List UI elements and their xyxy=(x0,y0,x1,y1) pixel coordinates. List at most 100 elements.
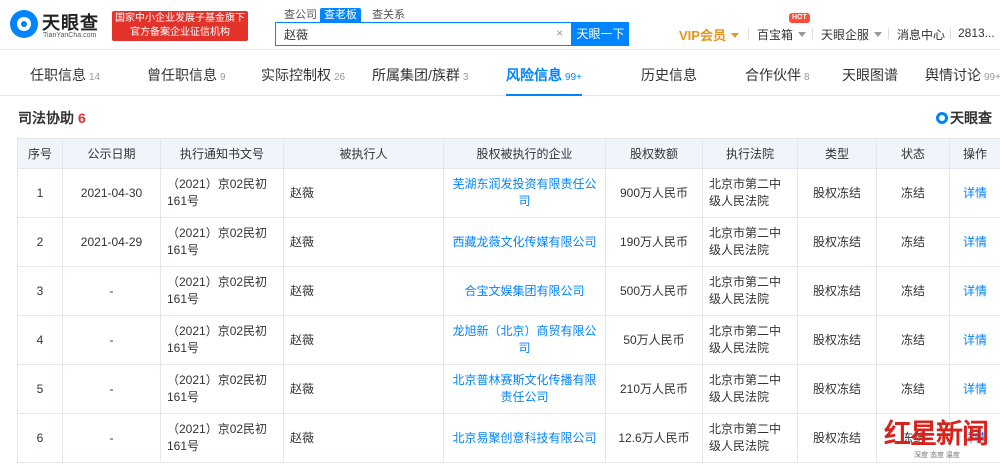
badge-line-1: 国家中小企业发展子基金旗下 xyxy=(115,13,245,24)
tab-actual-control[interactable]: 实际控制权 26 xyxy=(261,56,345,96)
vip-menu[interactable]: VIP会员 xyxy=(679,25,739,44)
type: 股权冻结 xyxy=(797,168,877,218)
tab-label: 舆情讨论 xyxy=(925,67,981,83)
logo-domain: TianYanCha.com xyxy=(43,32,97,39)
company-link[interactable]: 合宝文娱集团有限公司 xyxy=(443,266,606,316)
chevron-down-icon xyxy=(730,33,739,38)
type: 股权冻结 xyxy=(797,364,877,414)
status: 冻结 xyxy=(876,315,950,365)
clear-icon[interactable]: × xyxy=(556,26,563,40)
tab-risk-info[interactable]: 风险信息 99+ xyxy=(506,56,582,96)
search-input[interactable] xyxy=(276,23,546,45)
tab-group[interactable]: 所属集团/族群 3 xyxy=(372,56,468,96)
watermark-logo-text: 红星新闻 xyxy=(884,419,989,450)
chevron-down-icon xyxy=(874,32,883,37)
row-number: 4 xyxy=(17,315,63,365)
search-button[interactable]: 天眼一下 xyxy=(572,22,629,46)
detail-link[interactable]: 详情 xyxy=(963,333,987,347)
publish-date: - xyxy=(62,315,161,365)
tab-graph[interactable]: 天眼图谱 xyxy=(842,56,901,96)
search-tab-boss[interactable]: 查老板 xyxy=(320,8,361,22)
table-row: 4 - （2021）京02民初161号 赵薇 龙旭新（北京）商贸有限公司 50万… xyxy=(17,315,1000,365)
nav-divider xyxy=(748,28,749,39)
top-header: 天眼查 TianYanCha.com 国家中小企业发展子基金旗下 官方备案企业征… xyxy=(0,0,1000,50)
tab-current-positions[interactable]: 任职信息 14 xyxy=(30,56,100,96)
row-number: 1 xyxy=(17,168,63,218)
company-link[interactable]: 芜湖东润发投资有限责任公司 xyxy=(443,168,606,218)
tab-count: 26 xyxy=(334,72,346,83)
equity-amount: 190万人民币 xyxy=(605,217,703,267)
company-link[interactable]: 北京普林赛斯文化传播有限责任公司 xyxy=(443,364,606,414)
notice-number: （2021）京02民初161号 xyxy=(160,266,284,316)
status: 冻结 xyxy=(876,168,950,218)
judicial-assistance-table: 序号 公示日期 执行通知书文号 被执行人 股权被执行的企业 股权数额 执行法院 … xyxy=(17,138,1000,463)
chevron-down-icon xyxy=(798,32,807,37)
treasure-menu[interactable]: 百宝箱 xyxy=(757,26,807,43)
tab-count: 14 xyxy=(89,72,101,83)
column-header: 状态 xyxy=(876,138,950,169)
tab-partners[interactable]: 合作伙伴 8 xyxy=(745,56,810,96)
column-header: 股权数额 xyxy=(605,138,703,169)
table-row: 5 - （2021）京02民初161号 赵薇 北京普林赛斯文化传播有限责任公司 … xyxy=(17,364,1000,414)
executed-person: 赵薇 xyxy=(283,168,444,218)
tab-count: 99+ xyxy=(565,72,582,83)
executed-person: 赵薇 xyxy=(283,266,444,316)
equity-amount: 210万人民币 xyxy=(605,364,703,414)
notice-number: （2021）京02民初161号 xyxy=(160,413,284,463)
tab-label: 任职信息 xyxy=(30,67,86,83)
notice-number: （2021）京02民初161号 xyxy=(160,315,284,365)
type: 股权冻结 xyxy=(797,217,877,267)
company-link[interactable]: 西藏龙薇文化传媒有限公司 xyxy=(443,217,606,267)
publish-date: - xyxy=(62,266,161,316)
news-watermark: 红星新闻 深度 态度 温度 xyxy=(880,412,1000,462)
type: 股权冻结 xyxy=(797,413,877,463)
equity-amount: 50万人民币 xyxy=(605,315,703,365)
tab-label: 历史信息 xyxy=(641,67,697,83)
brand-mark: 天眼查 xyxy=(936,108,992,128)
nav-divider xyxy=(950,28,951,39)
column-header: 类型 xyxy=(797,138,877,169)
company-link[interactable]: 北京易聚创意科技有限公司 xyxy=(443,413,606,463)
executed-person: 赵薇 xyxy=(283,315,444,365)
eye-logo-icon xyxy=(10,10,38,38)
equity-amount: 12.6万人民币 xyxy=(605,413,703,463)
detail-link[interactable]: 详情 xyxy=(963,186,987,200)
official-badge: 国家中小企业发展子基金旗下 官方备案企业征信机构 xyxy=(112,11,248,41)
tab-count: 9 xyxy=(220,72,226,83)
tab-history[interactable]: 历史信息 xyxy=(641,56,700,96)
court: 北京市第二中级人民法院 xyxy=(702,168,798,218)
profile-tabs: 任职信息 14 曾任职信息 9 实际控制权 26 所属集团/族群 3 风险信息 99+ 历… xyxy=(0,56,1000,96)
type: 股权冻结 xyxy=(797,266,877,316)
type: 股权冻结 xyxy=(797,315,877,365)
notice-number: （2021）京02民初161号 xyxy=(160,217,284,267)
tab-public-opinion[interactable]: 舆情讨论 99+ xyxy=(925,56,1000,96)
search-box: × xyxy=(275,22,572,46)
user-account[interactable]: 2813... xyxy=(958,26,995,40)
message-center-link[interactable]: 消息中心 xyxy=(897,26,945,43)
enterprise-service-menu[interactable]: 天眼企服 xyxy=(821,26,883,43)
detail-link[interactable]: 详情 xyxy=(963,235,987,249)
table-row: 2 2021-04-29 （2021）京02民初161号 赵薇 西藏龙薇文化传媒… xyxy=(17,217,1000,267)
court: 北京市第二中级人民法院 xyxy=(702,315,798,365)
column-header: 公示日期 xyxy=(62,138,161,169)
tab-label: 所属集团/族群 xyxy=(372,67,460,83)
row-number: 2 xyxy=(17,217,63,267)
court: 北京市第二中级人民法院 xyxy=(702,217,798,267)
detail-link[interactable]: 详情 xyxy=(963,382,987,396)
tab-past-positions[interactable]: 曾任职信息 9 xyxy=(147,56,226,96)
search-tab-relation[interactable]: 查关系 xyxy=(368,8,409,22)
status: 冻结 xyxy=(876,217,950,267)
court: 北京市第二中级人民法院 xyxy=(702,364,798,414)
detail-link[interactable]: 详情 xyxy=(963,284,987,298)
tianyancha-logo[interactable]: 天眼查 TianYanCha.com xyxy=(10,9,110,43)
row-number: 3 xyxy=(17,266,63,316)
nav-divider xyxy=(812,28,813,39)
company-link[interactable]: 龙旭新（北京）商贸有限公司 xyxy=(443,315,606,365)
search-tab-company[interactable]: 查公司 xyxy=(280,8,321,22)
column-header: 执行通知书文号 xyxy=(160,138,284,169)
equity-amount: 900万人民币 xyxy=(605,168,703,218)
vip-label: VIP会员 xyxy=(679,28,726,43)
row-number: 6 xyxy=(17,413,63,463)
row-number: 5 xyxy=(17,364,63,414)
treasure-label: 百宝箱 xyxy=(757,28,794,42)
